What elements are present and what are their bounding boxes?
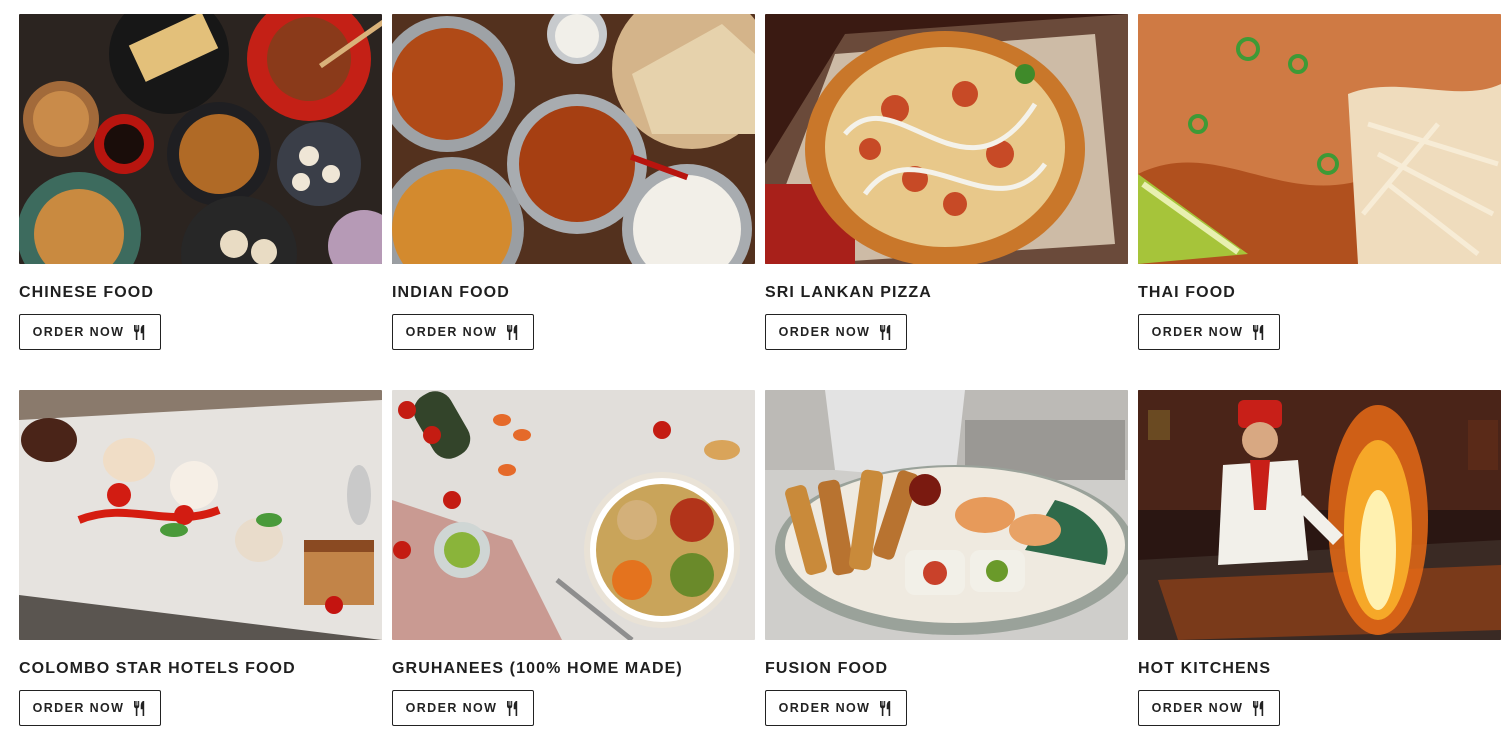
fork-knife-icon xyxy=(133,324,147,340)
category-card-thai[interactable]: THAI FOOD ORDER NOW xyxy=(1138,14,1501,350)
order-now-button[interactable]: ORDER NOW xyxy=(19,690,161,726)
order-now-button[interactable]: ORDER NOW xyxy=(1138,314,1280,350)
indian-food-photo[interactable] xyxy=(392,14,755,264)
category-card-chinese[interactable]: CHINESE FOOD ORDER NOW xyxy=(19,14,382,350)
order-now-button[interactable]: ORDER NOW xyxy=(765,690,907,726)
fork-knife-icon xyxy=(1252,700,1266,716)
order-now-label: ORDER NOW xyxy=(405,701,498,715)
category-title: COLOMBO STAR HOTELS FOOD xyxy=(19,660,296,677)
order-now-button[interactable]: ORDER NOW xyxy=(392,314,534,350)
pizza-photo[interactable] xyxy=(765,14,1128,264)
category-title: CHINESE FOOD xyxy=(19,284,154,301)
category-title: THAI FOOD xyxy=(1138,284,1236,301)
fork-knife-icon xyxy=(879,324,893,340)
category-card-indian[interactable]: INDIAN FOOD ORDER NOW xyxy=(392,14,755,350)
category-title: FUSION FOOD xyxy=(765,660,889,677)
order-now-label: ORDER NOW xyxy=(1151,701,1244,715)
order-now-button[interactable]: ORDER NOW xyxy=(19,314,161,350)
category-card-pizza[interactable]: SRI LANKAN PIZZA ORDER NOW xyxy=(765,14,1128,350)
order-now-button[interactable]: ORDER NOW xyxy=(392,690,534,726)
category-title: INDIAN FOOD xyxy=(392,284,510,301)
category-card-gruhanees[interactable]: GRUHANEES (100% HOME MADE) ORDER NOW xyxy=(392,390,755,726)
order-now-label: ORDER NOW xyxy=(32,701,125,715)
fork-knife-icon xyxy=(879,700,893,716)
teppanyaki-chef-photo[interactable] xyxy=(1138,390,1501,640)
order-now-label: ORDER NOW xyxy=(778,701,871,715)
fork-knife-icon xyxy=(1252,324,1266,340)
order-now-label: ORDER NOW xyxy=(405,325,498,339)
category-card-hot-kitchens[interactable]: HOT KITCHENS ORDER NOW xyxy=(1138,390,1501,726)
chinese-food-photo[interactable] xyxy=(19,14,382,264)
fusion-platter-photo[interactable] xyxy=(765,390,1128,640)
fork-knife-icon xyxy=(506,700,520,716)
category-title: HOT KITCHENS xyxy=(1138,660,1272,677)
fork-knife-icon xyxy=(133,700,147,716)
order-now-label: ORDER NOW xyxy=(778,325,871,339)
order-now-label: ORDER NOW xyxy=(1151,325,1244,339)
category-title: GRUHANEES (100% HOME MADE) xyxy=(392,660,683,677)
food-category-grid: CHINESE FOOD ORDER NOW INDIAN FOOD ORDER… xyxy=(19,14,1501,726)
order-now-label: ORDER NOW xyxy=(32,325,125,339)
order-now-button[interactable]: ORDER NOW xyxy=(1138,690,1280,726)
order-now-button[interactable]: ORDER NOW xyxy=(765,314,907,350)
thai-food-photo[interactable] xyxy=(1138,14,1501,264)
category-card-fusion[interactable]: FUSION FOOD ORDER NOW xyxy=(765,390,1128,726)
category-card-colombo-star[interactable]: COLOMBO STAR HOTELS FOOD ORDER NOW xyxy=(19,390,382,726)
home-made-bowl-photo[interactable] xyxy=(392,390,755,640)
category-title: SRI LANKAN PIZZA xyxy=(765,284,932,301)
hotel-dessert-photo[interactable] xyxy=(19,390,382,640)
fork-knife-icon xyxy=(506,324,520,340)
